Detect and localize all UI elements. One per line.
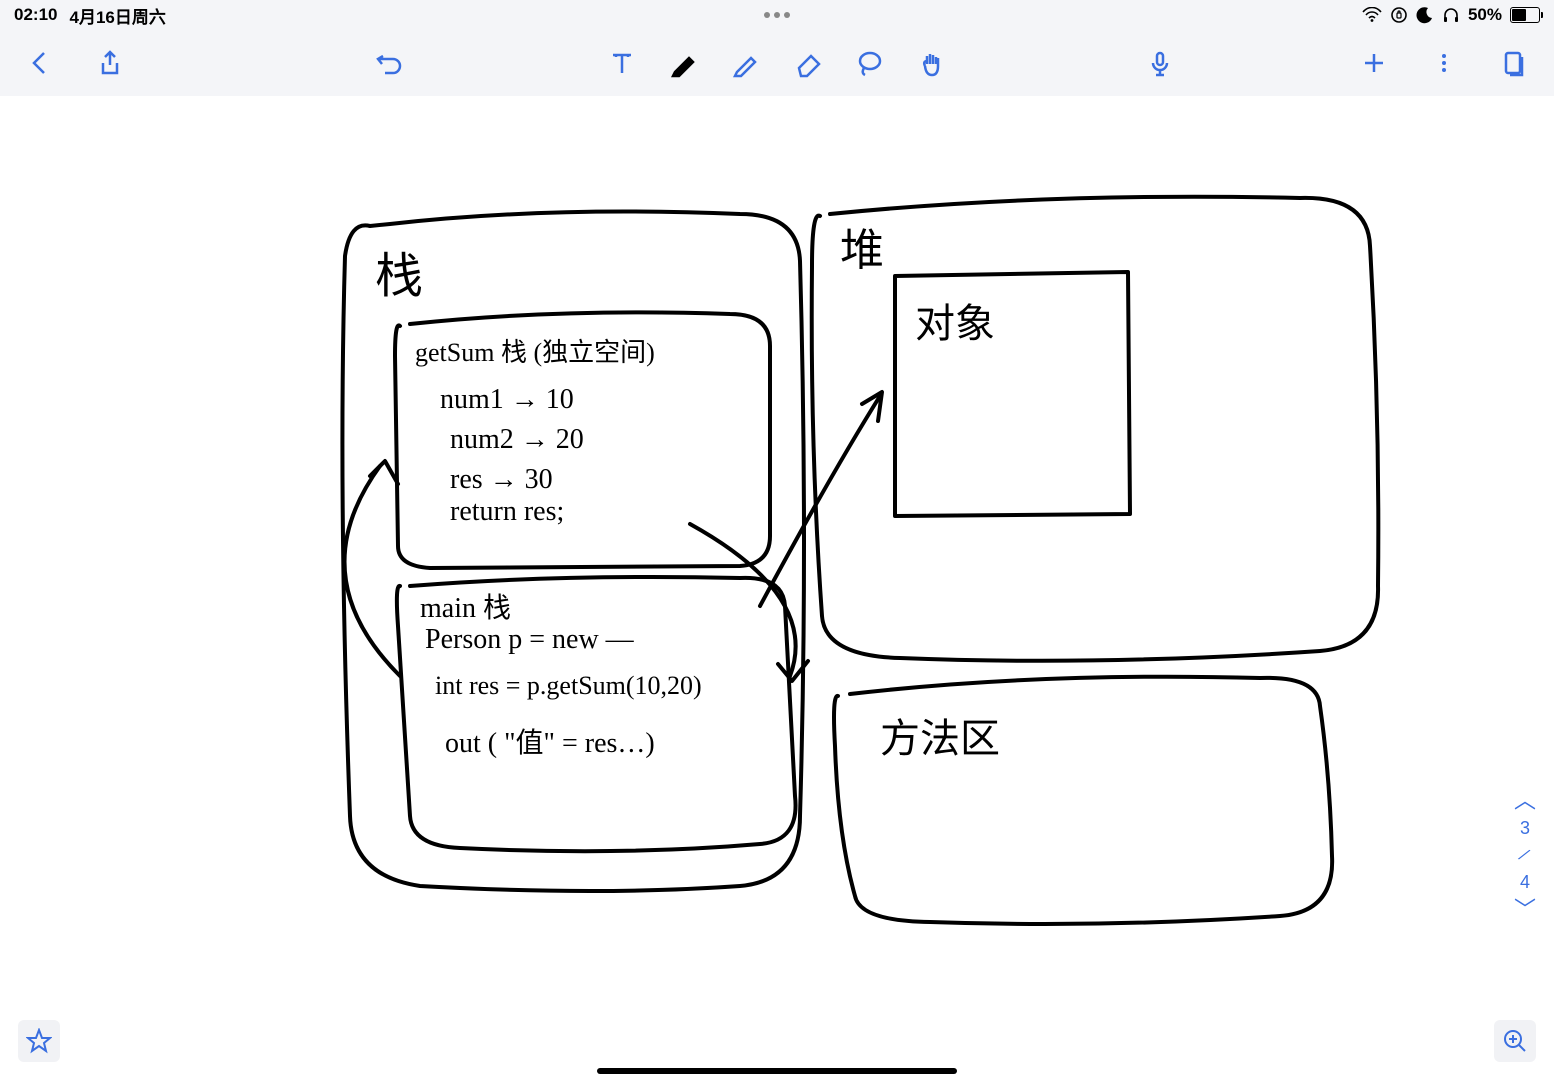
- share-button[interactable]: [90, 43, 130, 83]
- drawing-canvas[interactable]: 栈 getSum 栈 (独立空间) num1 → 10 num2 → 20 re…: [0, 96, 1554, 1080]
- page-up-button[interactable]: ︿: [1514, 790, 1536, 812]
- app-toolbar: [0, 30, 1554, 97]
- headphones-icon: [1442, 6, 1460, 24]
- wifi-icon: [1362, 7, 1382, 23]
- label-stack-title: 栈: [375, 236, 423, 306]
- undo-button[interactable]: [370, 43, 410, 83]
- pages-button[interactable]: [1494, 43, 1534, 83]
- label-res: res → 30: [450, 464, 553, 496]
- highlighter-tool-button[interactable]: [726, 43, 766, 83]
- label-return: return res;: [450, 496, 564, 528]
- hand-tool-button[interactable]: [912, 43, 952, 83]
- label-person-new: Person p = new —: [425, 624, 634, 656]
- add-button[interactable]: [1354, 43, 1394, 83]
- page-separator: ∕: [1520, 845, 1530, 866]
- label-out: out ( "值" = res…): [445, 721, 655, 761]
- ipad-status-bar: 02:10 4月16日周六 50%: [0, 0, 1554, 30]
- label-getsum-header: getSum 栈 (独立空间): [415, 332, 655, 369]
- label-int-res: int res = p.getSum(10,20): [435, 671, 702, 701]
- label-heap-title: 堆: [840, 214, 884, 278]
- battery-percent: 50%: [1468, 5, 1502, 25]
- page-down-button[interactable]: ﹀: [1514, 899, 1536, 921]
- favorite-button[interactable]: [18, 1020, 60, 1062]
- label-object: 对象: [915, 291, 995, 349]
- page-navigator: ︿ 3 ∕ 4 ﹀: [1514, 790, 1536, 921]
- do-not-disturb-icon: [1416, 6, 1434, 24]
- zoom-button[interactable]: [1494, 1020, 1536, 1062]
- microphone-button[interactable]: [1140, 43, 1180, 83]
- status-right: 50%: [1362, 5, 1540, 25]
- label-num2: num2 → 20: [450, 424, 584, 456]
- label-method-area: 方法区: [880, 706, 1000, 764]
- label-num1: num1 → 10: [440, 384, 574, 416]
- pen-tool-button[interactable]: [664, 43, 704, 83]
- more-menu-button[interactable]: [1424, 43, 1464, 83]
- lasso-tool-button[interactable]: [850, 43, 890, 83]
- handwriting-strokes: [0, 96, 1554, 1080]
- back-button[interactable]: [20, 43, 60, 83]
- eraser-tool-button[interactable]: [788, 43, 828, 83]
- home-indicator[interactable]: [597, 1068, 957, 1074]
- battery-icon: [1510, 7, 1540, 23]
- page-current: 3: [1520, 818, 1530, 839]
- label-main-header: main 栈: [420, 586, 511, 626]
- text-tool-button[interactable]: [602, 43, 642, 83]
- multitask-dots-icon[interactable]: [764, 12, 790, 18]
- status-date: 4月16日周六: [69, 3, 165, 28]
- rotation-lock-icon: [1390, 6, 1408, 24]
- page-total: 4: [1520, 872, 1530, 893]
- status-time: 02:10: [14, 5, 57, 25]
